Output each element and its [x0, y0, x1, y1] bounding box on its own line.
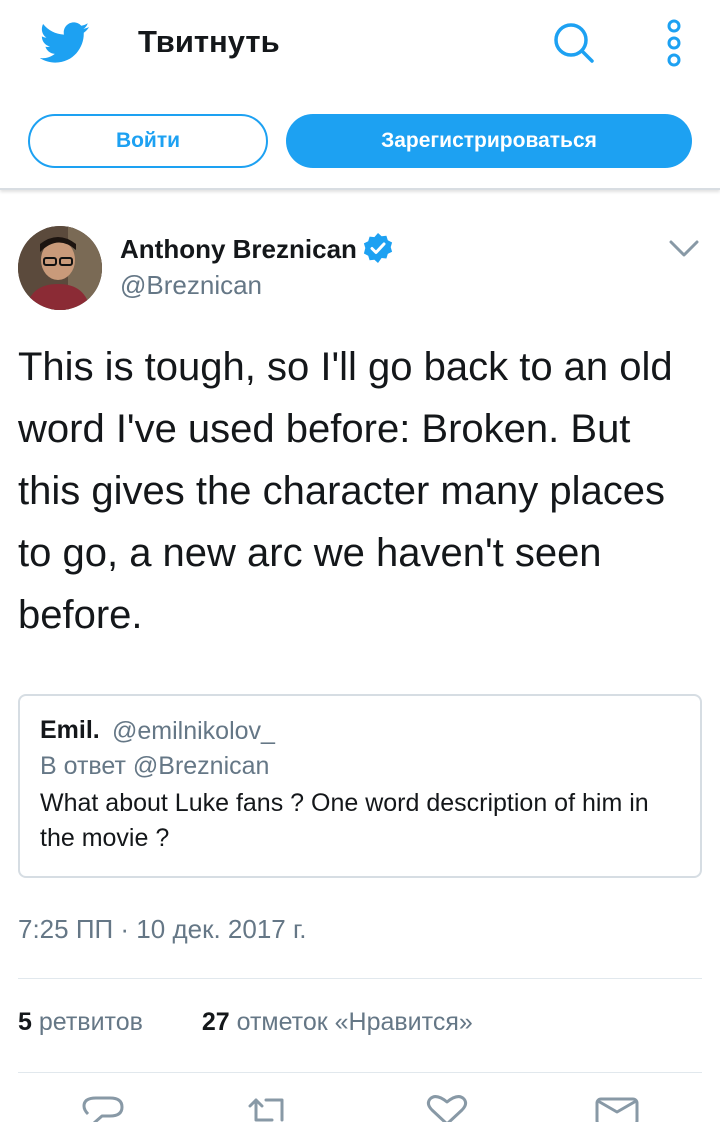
quote-reply-to: В ответ @Breznican [40, 752, 270, 780]
divider [18, 978, 702, 979]
signup-button[interactable]: Зарегистрироваться [286, 114, 692, 168]
chevron-down-icon[interactable] [668, 238, 700, 260]
quote-author-handle: @emilnikolov_ [112, 717, 275, 745]
verified-badge-icon [363, 233, 393, 263]
tweet-timestamp[interactable]: 7:25 ПП · 10 дек. 2017 г. [18, 914, 307, 945]
more-vertical-icon[interactable] [664, 18, 684, 68]
login-button[interactable]: Войти [28, 114, 268, 168]
avatar[interactable] [18, 226, 102, 310]
twitter-bird-icon[interactable] [40, 22, 90, 64]
tweet-text: This is tough, so I'll go back to an old… [18, 345, 673, 637]
message-icon[interactable] [594, 1094, 640, 1122]
likes-label: отметок «Нравится» [236, 1008, 473, 1036]
quoted-tweet[interactable]: Emil. @emilnikolov_ В ответ @Breznican W… [18, 694, 702, 878]
author-name[interactable]: Anthony Breznican [120, 234, 357, 265]
retweets-label: ретвитов [38, 1008, 143, 1036]
top-bar: Твитнуть Войти Зарегистрироваться [0, 0, 720, 190]
retweets-stat[interactable]: 5 ретвитов [18, 1008, 150, 1036]
likes-stat[interactable]: 27 отметок «Нравится» [202, 1008, 473, 1036]
quote-author-name: Emil. [40, 716, 100, 744]
divider [18, 1072, 702, 1073]
avatar-image [18, 226, 102, 310]
retweets-count: 5 [18, 1008, 32, 1036]
retweet-icon[interactable] [246, 1094, 292, 1122]
reply-icon[interactable] [80, 1094, 126, 1122]
like-icon[interactable] [424, 1094, 470, 1122]
search-icon[interactable] [550, 20, 596, 66]
likes-count: 27 [201, 1008, 230, 1036]
tweet-stats: 5 ретвитов 27 отметок «Нравится» [18, 1008, 473, 1037]
page-title: Твитнуть [138, 24, 280, 59]
author-handle[interactable]: @Breznican [120, 270, 262, 301]
quote-text: What about Luke fans ? One word descript… [40, 789, 649, 852]
